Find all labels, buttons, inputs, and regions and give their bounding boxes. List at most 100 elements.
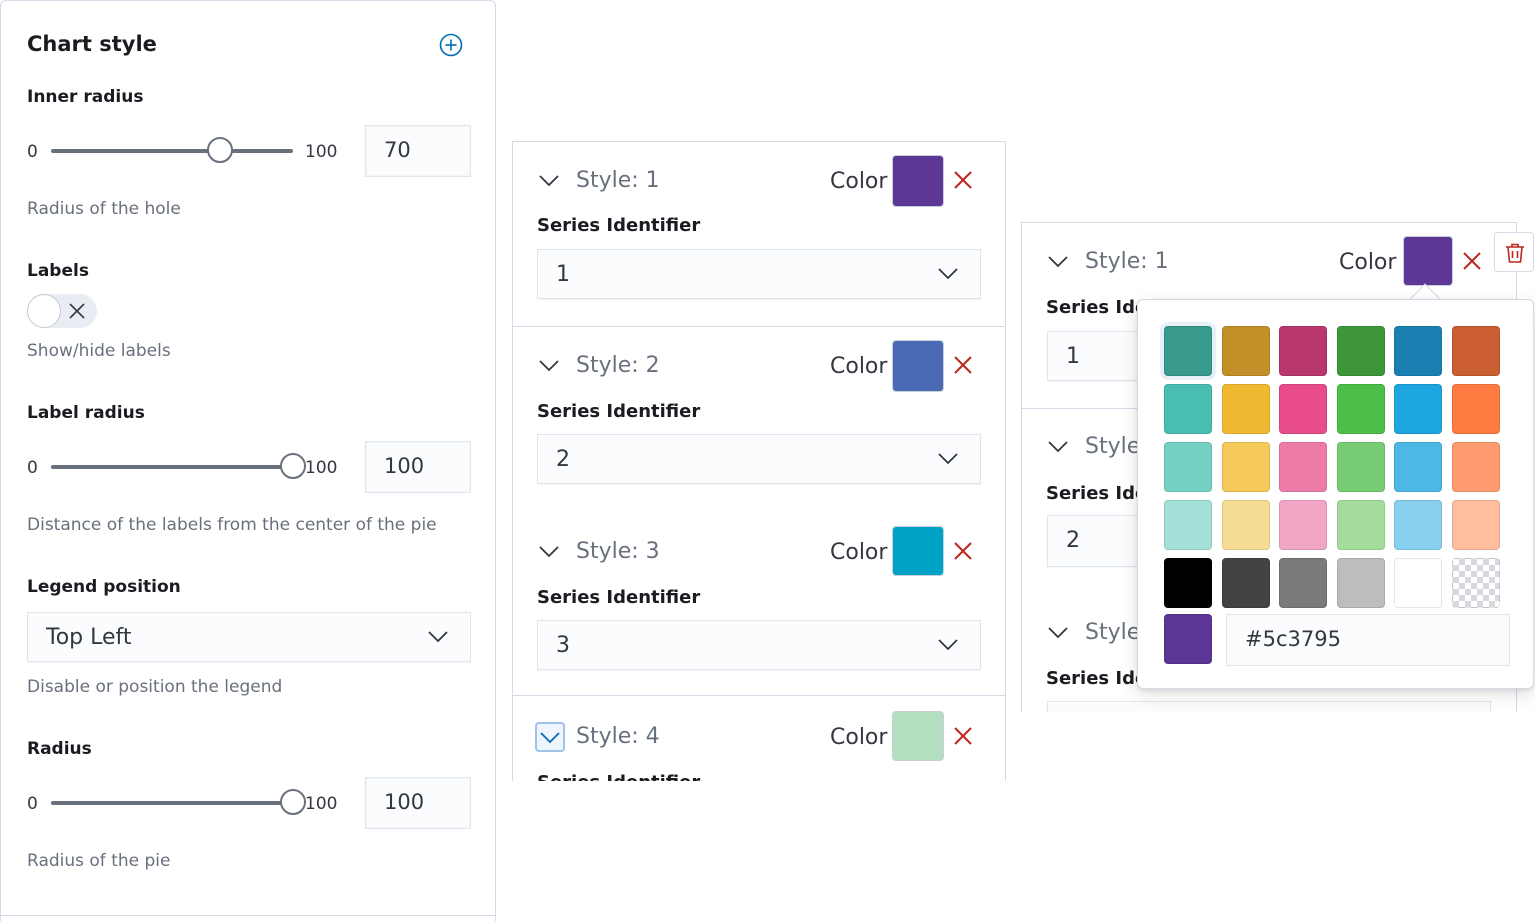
- collapse-button[interactable]: [535, 537, 565, 567]
- color-swatch[interactable]: [892, 155, 944, 207]
- divider: [513, 695, 1005, 696]
- style-name: Style: 1: [1085, 249, 1169, 274]
- color-chip[interactable]: [1279, 384, 1327, 434]
- color-chip[interactable]: [1451, 558, 1500, 608]
- color-label: Color: [830, 169, 888, 194]
- inner-radius-input[interactable]: 70: [365, 125, 471, 177]
- add-icon[interactable]: [439, 33, 463, 57]
- collapse-button[interactable]: [535, 722, 565, 752]
- color-chip[interactable]: [1164, 384, 1212, 434]
- color-swatch[interactable]: [892, 526, 944, 576]
- series-identifier-label: Series Identifier: [537, 215, 701, 236]
- range-thumb[interactable]: [207, 137, 234, 163]
- color-chip[interactable]: [1221, 500, 1270, 550]
- color-chip[interactable]: [1164, 558, 1212, 608]
- chevron-down-icon: [539, 175, 559, 187]
- range-track[interactable]: [51, 149, 293, 153]
- style-header: Style: 3 Color: [513, 526, 1005, 576]
- color-swatch[interactable]: [892, 711, 944, 761]
- color-chip[interactable]: [1221, 442, 1270, 492]
- color-chip[interactable]: [1221, 558, 1270, 608]
- color-chip[interactable]: [1279, 442, 1327, 492]
- color-swatch[interactable]: [1403, 236, 1453, 286]
- close-icon[interactable]: [953, 170, 973, 190]
- style-name: Style: 2: [576, 353, 660, 378]
- color-label: Color: [830, 354, 888, 379]
- color-chip[interactable]: [1279, 326, 1327, 376]
- collapse-button[interactable]: [535, 351, 565, 381]
- color-chip[interactable]: [1164, 442, 1212, 492]
- radius-input[interactable]: 100: [365, 777, 471, 829]
- color-chip[interactable]: [1394, 500, 1442, 550]
- chevron-down-icon: [938, 268, 958, 280]
- collapse-button[interactable]: [1044, 432, 1074, 462]
- color-chip[interactable]: [1394, 558, 1442, 608]
- range-thumb[interactable]: [280, 453, 306, 479]
- label-radius-help: Distance of the labels from the center o…: [27, 515, 437, 535]
- series-identifier-label: Series Identifier: [537, 587, 701, 608]
- color-chip[interactable]: [1221, 384, 1270, 434]
- color-swatch[interactable]: [892, 340, 944, 392]
- series-identifier-label: Series Identifier: [537, 772, 700, 781]
- series-identifier-label: Series Ide: [1046, 483, 1148, 504]
- chevron-down-icon: [1048, 627, 1068, 639]
- color-chip[interactable]: [1221, 326, 1270, 376]
- label-radius-range: 0 100 100: [27, 441, 472, 493]
- color-chip[interactable]: [1451, 442, 1500, 492]
- color-chip[interactable]: [1394, 442, 1442, 492]
- label-radius-input[interactable]: 100: [365, 441, 471, 493]
- color-chip[interactable]: [1164, 500, 1212, 550]
- close-icon[interactable]: [1462, 251, 1482, 271]
- range-thumb[interactable]: [280, 789, 306, 815]
- legend-position-help: Disable or position the legend: [27, 677, 283, 697]
- inner-radius-label: Inner radius: [27, 87, 144, 107]
- color-chip[interactable]: [1279, 558, 1327, 608]
- close-icon[interactable]: [953, 726, 973, 746]
- hex-color-input[interactable]: #5c3795: [1226, 614, 1510, 666]
- color-chip[interactable]: [1164, 326, 1212, 376]
- legend-position-label: Legend position: [27, 577, 181, 597]
- range-max: 100: [305, 142, 338, 162]
- chart-style-panel: Chart style Inner radius 0 100 70 Radius…: [0, 0, 496, 921]
- series-identifier-select[interactable]: [1047, 701, 1491, 712]
- inner-radius-range: 0 100 70: [27, 125, 472, 177]
- color-chip[interactable]: [1279, 500, 1327, 550]
- collapse-button[interactable]: [1044, 618, 1074, 648]
- select-value: 2: [556, 447, 570, 472]
- color-chip[interactable]: [1394, 384, 1442, 434]
- color-label: Color: [830, 725, 888, 750]
- radius-label: Radius: [27, 739, 92, 759]
- range-track[interactable]: [51, 465, 293, 469]
- select-value: 1: [1066, 344, 1080, 369]
- close-icon[interactable]: [953, 541, 973, 561]
- color-chip[interactable]: [1336, 442, 1385, 492]
- range-track[interactable]: [51, 801, 293, 805]
- style-header: Style: 4 Color: [513, 711, 1005, 761]
- close-icon[interactable]: [953, 355, 973, 375]
- collapse-button[interactable]: [1044, 247, 1074, 277]
- range-min: 0: [27, 794, 38, 814]
- series-identifier-select[interactable]: 1: [537, 249, 981, 299]
- color-chip[interactable]: [1336, 500, 1385, 550]
- color-chip[interactable]: [1451, 326, 1500, 376]
- color-chip[interactable]: [1451, 384, 1500, 434]
- delete-button[interactable]: [1494, 232, 1534, 272]
- style-header: Style: 2 Color: [513, 340, 1005, 392]
- range-min: 0: [27, 458, 38, 478]
- color-chip[interactable]: [1394, 326, 1442, 376]
- chevron-down-icon: [938, 453, 958, 465]
- select-value: 2: [1066, 528, 1080, 553]
- labels-toggle[interactable]: [27, 294, 97, 328]
- series-identifier-select[interactable]: 3: [537, 620, 981, 670]
- color-chip[interactable]: [1451, 500, 1500, 550]
- series-identifier-select[interactable]: 2: [537, 434, 981, 484]
- series-identifier-label: Series Ide: [1046, 668, 1148, 689]
- style-name: Style: 4: [576, 724, 660, 749]
- legend-position-select[interactable]: Top Left: [27, 612, 471, 662]
- color-chip[interactable]: [1336, 384, 1385, 434]
- collapse-button[interactable]: [535, 166, 565, 196]
- chevron-down-icon: [539, 546, 559, 558]
- color-label: Color: [1339, 250, 1397, 275]
- color-chip[interactable]: [1336, 558, 1385, 608]
- color-chip[interactable]: [1336, 326, 1385, 376]
